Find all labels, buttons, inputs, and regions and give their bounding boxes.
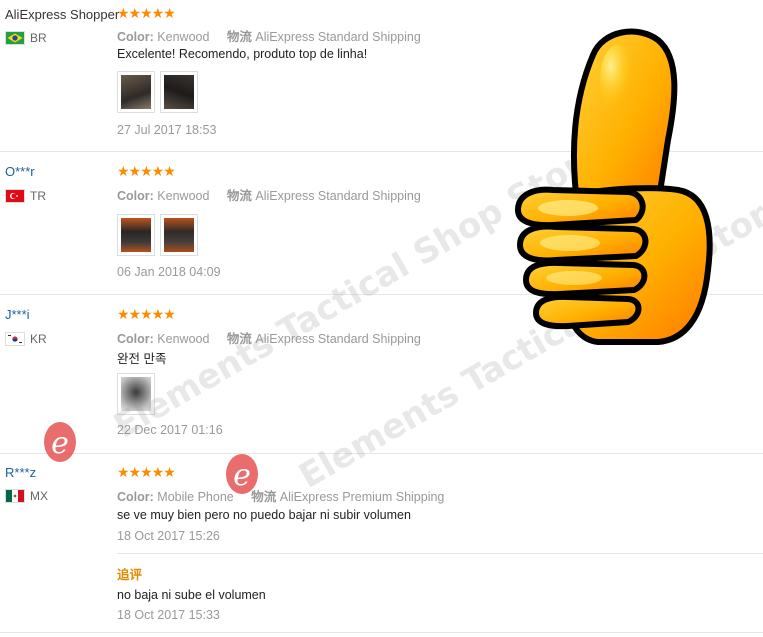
country-code: TR <box>30 189 46 203</box>
color-label: Color: <box>117 189 154 203</box>
additional-review-divider <box>117 553 763 554</box>
review-text: 완전 만족 <box>117 352 167 366</box>
review-text: se ve muy bien pero no puedo bajar ni su… <box>117 508 411 522</box>
rating-stars: ★★★★★ <box>117 5 176 21</box>
additional-review-label: 追评 <box>117 568 143 582</box>
sku-info: Color: Kenwood 物流 AliExpress Standard Sh… <box>117 26 421 45</box>
reviewer-country: MX <box>5 489 48 503</box>
color-label: Color: <box>117 30 154 44</box>
rating-stars: ★★★★★ <box>117 163 176 179</box>
flag-turkey-icon <box>5 189 25 203</box>
review-date: 22 Dec 2017 01:16 <box>117 423 223 437</box>
svg-text:e: e <box>51 426 69 461</box>
reviewer-name[interactable]: AliExpress Shopper <box>5 7 119 22</box>
color-value: Kenwood <box>157 332 210 346</box>
shipping-value: AliExpress Premium Shipping <box>279 490 445 504</box>
country-code: KR <box>30 332 47 346</box>
flag-brazil-icon <box>5 31 25 45</box>
sku-info: Color: Kenwood 物流 AliExpress Standard Sh… <box>117 328 421 347</box>
store-logo-watermark: e <box>42 420 82 468</box>
reviewer-country: TR <box>5 189 46 203</box>
flag-mexico-icon <box>5 489 25 503</box>
country-code: MX <box>30 489 48 503</box>
shipping-label: 物流 <box>226 332 252 346</box>
shipping-label: 物流 <box>251 490 277 504</box>
review-photo[interactable] <box>117 373 155 415</box>
rating-stars: ★★★★★ <box>117 464 176 480</box>
reviewer-name[interactable]: J***i <box>5 307 30 322</box>
reviewer-name[interactable]: R***z <box>5 465 36 480</box>
shipping-value: AliExpress Standard Shipping <box>255 189 421 203</box>
review-divider <box>0 632 763 633</box>
reviewer-country: KR <box>5 332 47 346</box>
reviewer-country: BR <box>5 31 47 45</box>
reviewer-name[interactable]: O***r <box>5 164 35 179</box>
review-photo[interactable] <box>117 214 155 256</box>
review-date: 18 Oct 2017 15:26 <box>117 529 220 543</box>
rating-stars: ★★★★★ <box>117 306 176 322</box>
additional-review-date: 18 Oct 2017 15:33 <box>117 608 220 622</box>
shipping-value: AliExpress Standard Shipping <box>255 332 421 346</box>
thumbs-up-icon <box>508 20 728 350</box>
review-photo[interactable] <box>117 71 155 113</box>
color-label: Color: <box>117 332 154 346</box>
color-label: Color: <box>117 490 154 504</box>
shipping-value: AliExpress Standard Shipping <box>255 30 421 44</box>
review-date: 06 Jan 2018 04:09 <box>117 265 221 279</box>
review-divider <box>0 453 763 454</box>
shipping-label: 物流 <box>226 189 252 203</box>
review-photo[interactable] <box>160 214 198 256</box>
additional-review-text: no baja ni sube el volumen <box>117 588 266 602</box>
color-value: Kenwood <box>157 189 210 203</box>
review-text: Excelente! Recomendo, produto top de lin… <box>117 47 368 61</box>
flag-korea-icon <box>5 332 25 346</box>
review-photo[interactable] <box>160 71 198 113</box>
review-date: 27 Jul 2017 18:53 <box>117 123 217 137</box>
color-value: Kenwood <box>157 30 210 44</box>
sku-info: Color: Mobile Phone 物流 AliExpress Premiu… <box>117 486 444 505</box>
shipping-label: 物流 <box>226 30 252 44</box>
sku-info: Color: Kenwood 物流 AliExpress Standard Sh… <box>117 185 421 204</box>
country-code: BR <box>30 31 47 45</box>
color-value: Mobile Phone <box>157 490 234 504</box>
